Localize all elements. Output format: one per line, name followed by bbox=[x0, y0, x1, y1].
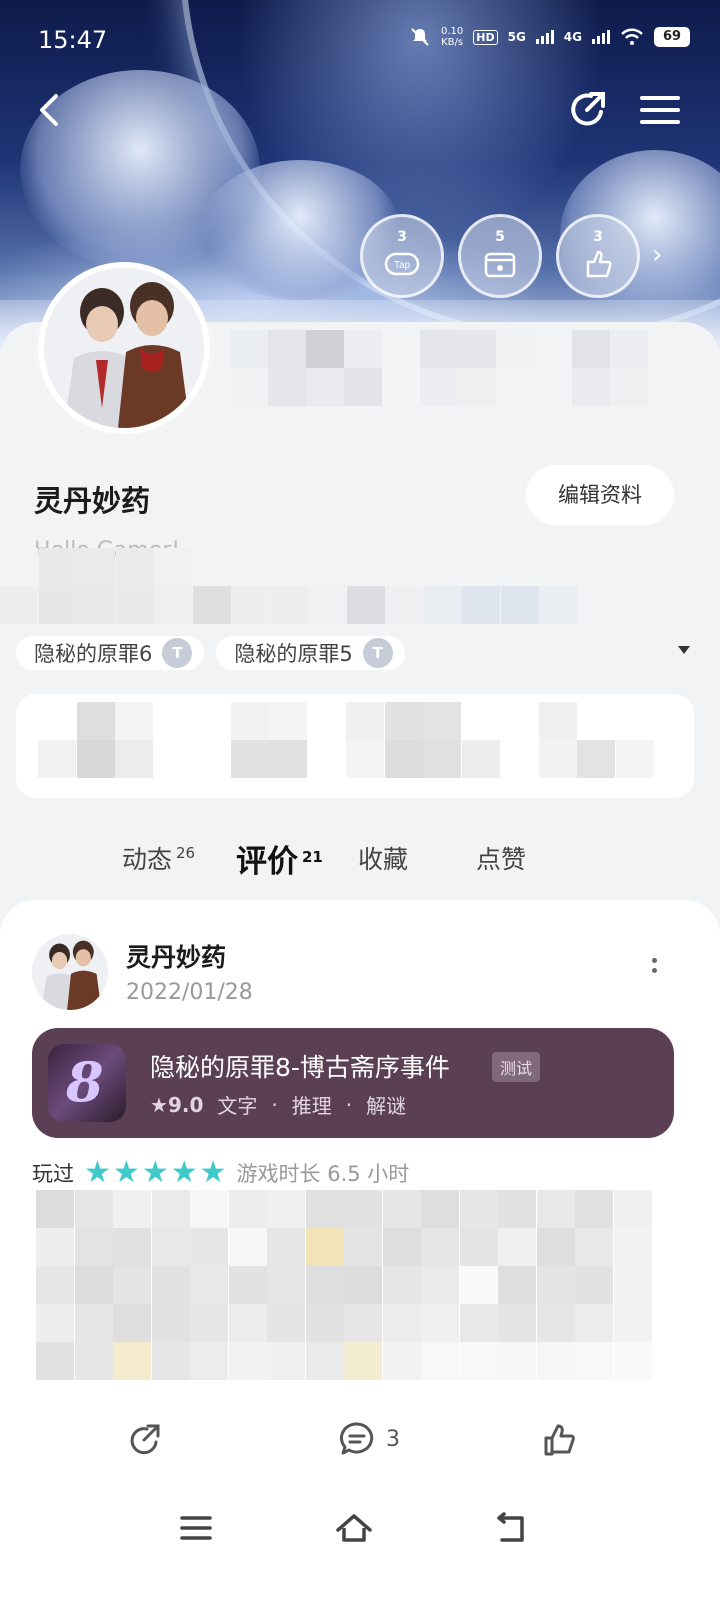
sim2-label: 4G bbox=[563, 30, 582, 44]
status-bar: 15:47 0.10 KB/s HD 5G 4G 69 bbox=[0, 0, 720, 80]
game-icon: 8 bbox=[48, 1044, 126, 1122]
thumbs-up-icon[interactable] bbox=[540, 1420, 580, 1460]
home-icon[interactable] bbox=[334, 1508, 374, 1548]
tab-favorites[interactable]: 收藏 bbox=[358, 840, 408, 876]
test-badge: 测试 bbox=[492, 1052, 541, 1082]
tab-reviews[interactable]: 评价 21 bbox=[236, 836, 323, 881]
game-tag-label: 隐秘的原罪6 bbox=[34, 642, 153, 666]
comment-icon bbox=[340, 1422, 374, 1455]
blurred-review-text bbox=[36, 1190, 652, 1380]
t3-badge-icon: T bbox=[162, 638, 193, 668]
reviewed-game-card[interactable]: 8 隐秘的原罪8-博古斋序事件 测试 ★9.0 文字 · 推理 · 解谜 bbox=[32, 1028, 674, 1138]
share-icon[interactable] bbox=[565, 88, 609, 132]
signal-bars-icon bbox=[592, 30, 610, 44]
signal-bars-icon bbox=[535, 30, 554, 44]
game-tags-row: 隐秘的原罪6 T 隐秘的原罪5 T bbox=[16, 636, 706, 670]
sim1-label: 5G bbox=[507, 30, 526, 44]
system-nav-bar bbox=[0, 1490, 720, 1600]
blurred-stats bbox=[38, 702, 654, 778]
star-rating: ★ ★ ★ ★ ★ bbox=[84, 1158, 227, 1188]
svg-text:Tap: Tap bbox=[394, 260, 411, 271]
chevron-right-icon[interactable]: › bbox=[652, 240, 662, 270]
comment-count: 3 bbox=[386, 1426, 400, 1452]
recent-apps-icon[interactable] bbox=[176, 1508, 216, 1548]
menu-icon[interactable] bbox=[638, 88, 682, 132]
share-icon[interactable] bbox=[124, 1420, 164, 1460]
rating-row: 玩过 ★ ★ ★ ★ ★ 游戏时长 6.5 小时 bbox=[32, 1158, 409, 1188]
comment-button[interactable]: 3 bbox=[338, 1420, 400, 1458]
game-title: 隐秘的原罪8-博古斋序事件 bbox=[150, 1053, 450, 1082]
thumbs-up-icon bbox=[586, 250, 612, 278]
game-genre: 解谜 bbox=[366, 1094, 407, 1118]
post-author-avatar[interactable] bbox=[32, 934, 108, 1010]
star-icon: ★ bbox=[84, 1155, 111, 1190]
star-icon: ★ bbox=[112, 1155, 140, 1190]
t3-badge-icon: T bbox=[362, 638, 393, 668]
battery-indicator: 69 bbox=[654, 27, 690, 47]
wifi-icon bbox=[621, 28, 643, 45]
star-icon: ★ bbox=[170, 1155, 198, 1190]
game-tag-label: 隐秘的原罪5 bbox=[234, 642, 353, 666]
more-options-icon[interactable] bbox=[646, 958, 662, 982]
achievement-badges: 3 Tap 5 3 bbox=[360, 214, 640, 298]
blurred-bio bbox=[0, 548, 616, 624]
post-date: 2022/01/28 bbox=[126, 980, 253, 1005]
edit-profile-button[interactable]: 编辑资料 bbox=[526, 465, 674, 525]
game-tag[interactable]: 隐秘的原罪6 T bbox=[16, 636, 205, 670]
post-author-name: 灵丹妙药 bbox=[126, 943, 227, 972]
review-actions: 3 bbox=[0, 1420, 720, 1480]
back-icon[interactable] bbox=[30, 90, 70, 130]
back-nav-icon[interactable] bbox=[492, 1508, 532, 1548]
mute-bell-icon bbox=[411, 28, 429, 46]
playtime: 游戏时长 6.5 小时 bbox=[236, 1162, 410, 1186]
tab-likes[interactable]: 点赞 bbox=[476, 840, 526, 876]
star-icon: ★ bbox=[141, 1155, 169, 1190]
avatar-image bbox=[44, 268, 204, 428]
profile-tabs: 动态 26 评价 21 收藏 点赞 bbox=[0, 830, 720, 890]
calendar-controller-icon bbox=[484, 252, 516, 278]
status-icons: 0.10 KB/s HD 5G 4G 69 bbox=[409, 26, 690, 48]
status-time: 15:47 bbox=[38, 26, 108, 54]
game-meta: ★9.0 文字 · 推理 · 解谜 bbox=[150, 1090, 406, 1119]
badge-tap[interactable]: 3 Tap bbox=[360, 214, 444, 298]
game-score: ★9.0 bbox=[150, 1092, 204, 1117]
game-genre: 推理 bbox=[291, 1094, 332, 1118]
hd-icon: HD bbox=[473, 29, 498, 45]
badge-calendar[interactable]: 5 bbox=[458, 214, 542, 298]
game-genre: 文字 bbox=[217, 1094, 258, 1118]
caret-down-icon[interactable] bbox=[678, 646, 690, 654]
tap-controller-icon: Tap bbox=[384, 252, 420, 276]
badge-thumbs[interactable]: 3 bbox=[556, 214, 640, 298]
blurred-info bbox=[230, 330, 648, 406]
star-icon: ★ bbox=[199, 1155, 227, 1190]
tab-moments[interactable]: 动态 26 bbox=[122, 840, 195, 876]
avatar-image bbox=[32, 934, 108, 1010]
game-tag[interactable]: 隐秘的原罪5 T bbox=[216, 636, 405, 670]
stats-panel bbox=[16, 694, 694, 798]
net-speed: 0.10 KB/s bbox=[440, 26, 464, 48]
played-label: 玩过 bbox=[32, 1162, 74, 1186]
profile-username: 灵丹妙药 bbox=[34, 484, 151, 518]
profile-avatar[interactable] bbox=[38, 262, 210, 434]
